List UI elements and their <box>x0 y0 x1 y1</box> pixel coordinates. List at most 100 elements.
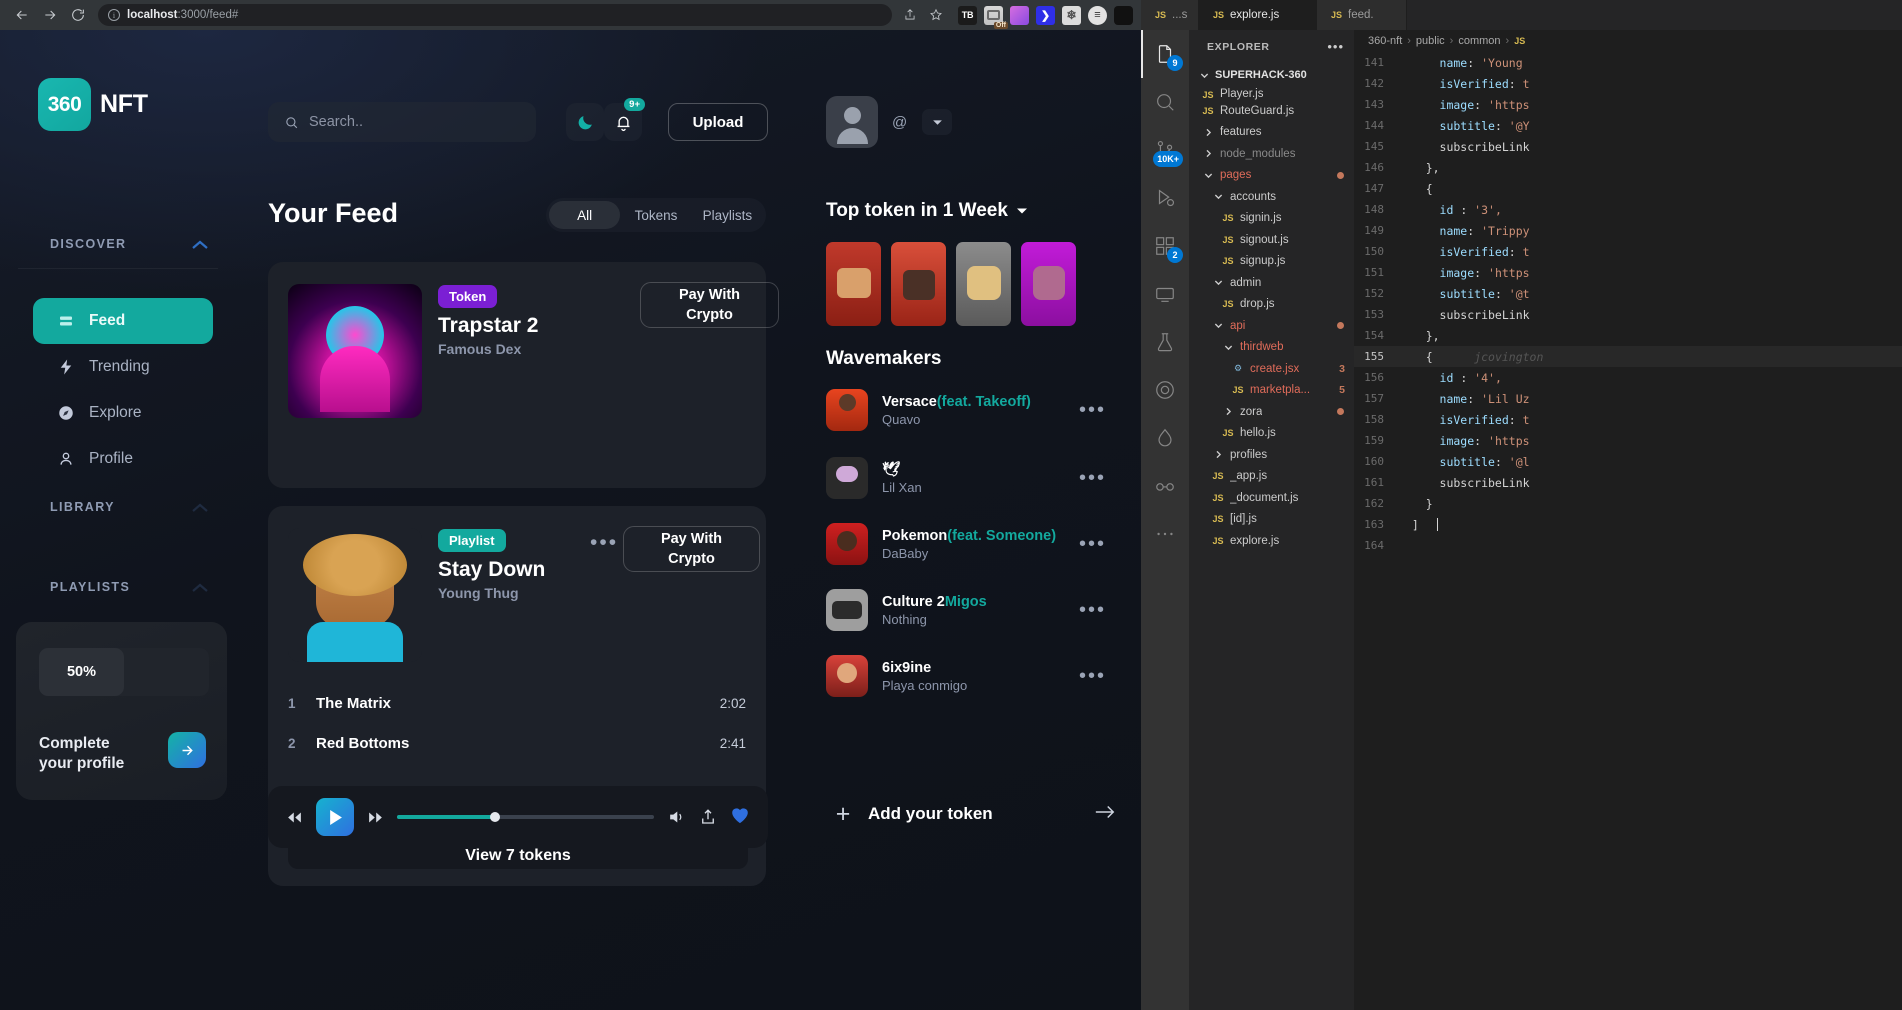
zerion-extension-icon[interactable]: ❯ <box>1036 5 1055 25</box>
activity-search[interactable] <box>1141 78 1189 126</box>
tree-item[interactable]: JS Player.js <box>1189 86 1354 100</box>
seek-handle[interactable] <box>489 812 500 822</box>
code-line[interactable]: 143 image: 'https <box>1354 94 1902 115</box>
code-line[interactable]: 144 subtitle: '@Y <box>1354 115 1902 136</box>
wavemaker-row[interactable]: Versace(feat. Takeoff) Quavo ••• <box>826 385 1106 435</box>
tab-playlists[interactable]: Playlists <box>692 201 763 229</box>
tb-extension-icon[interactable]: TB <box>958 5 977 25</box>
star-icon[interactable] <box>924 3 948 27</box>
more-dots-icon[interactable]: ••• <box>1079 600 1106 620</box>
code-line[interactable]: 153 subscribeLink <box>1354 304 1902 325</box>
code-line[interactable]: 145 subscribeLink <box>1354 136 1902 157</box>
tree-item[interactable]: JS drop.js <box>1189 294 1354 316</box>
upload-button[interactable]: Upload <box>668 103 768 141</box>
avatar[interactable] <box>826 96 878 148</box>
code-line[interactable]: 157 name: 'Lil Uz <box>1354 388 1902 409</box>
share-icon[interactable] <box>699 808 717 826</box>
tree-item[interactable]: JS RouteGuard.js <box>1189 100 1354 122</box>
tree-item[interactable]: admin <box>1189 272 1354 294</box>
breadcrumb-item[interactable]: common <box>1458 35 1500 47</box>
code-line[interactable]: 161 subscribeLink <box>1354 472 1902 493</box>
volume-icon[interactable] <box>667 809 686 825</box>
activity-testing[interactable] <box>1141 318 1189 366</box>
chevron-up-icon[interactable] <box>190 581 210 593</box>
section-playlists[interactable]: PLAYLISTS <box>50 580 210 594</box>
chevron-up-icon[interactable] <box>190 238 210 250</box>
code-line[interactable]: 146 }, <box>1354 157 1902 178</box>
code-line[interactable]: 147 { <box>1354 178 1902 199</box>
tree-item[interactable]: JS marketpla... 5 <box>1189 380 1354 402</box>
tree-item[interactable]: pages <box>1189 165 1354 187</box>
editor-tab-feed[interactable]: JS feed. <box>1317 0 1407 30</box>
tree-item[interactable]: features <box>1189 122 1354 144</box>
notifications-button[interactable]: 9+ <box>604 98 645 141</box>
tree-item[interactable]: JS signout.js <box>1189 229 1354 251</box>
code-line[interactable]: 160 subtitle: '@l <box>1354 451 1902 472</box>
forward-arrow-icon[interactable] <box>36 1 64 29</box>
breadcrumb-item[interactable]: public <box>1416 35 1445 47</box>
tree-item[interactable]: JS signin.js <box>1189 208 1354 230</box>
wavemaker-row[interactable]: Pokemon(feat. Someone) DaBaby ••• <box>826 519 1106 569</box>
code-line[interactable]: 155 { jcovington <box>1354 346 1902 367</box>
seek-slider[interactable] <box>397 812 654 822</box>
token-thumbnail[interactable] <box>1021 242 1076 326</box>
metamask-extension-icon[interactable] <box>1010 5 1029 25</box>
token-thumbnail[interactable] <box>826 242 881 326</box>
add-token-row[interactable]: + Add your token <box>826 790 1116 838</box>
complete-profile-card[interactable]: 50% Complete your profile <box>16 622 227 800</box>
activity-run-debug[interactable] <box>1141 174 1189 222</box>
track-row[interactable]: 1 The Matrix 2:02 <box>288 686 746 720</box>
sidebar-item-explore[interactable]: Explore <box>33 390 213 436</box>
activity-remote[interactable] <box>1141 270 1189 318</box>
tree-item[interactable]: thirdweb <box>1189 337 1354 359</box>
dark-hex-extension-icon[interactable] <box>1114 5 1133 25</box>
tab-all[interactable]: All <box>549 201 621 229</box>
account-menu-button[interactable] <box>922 109 952 135</box>
wavemaker-row[interactable]: 6ix9ine Playa conmigo ••• <box>826 651 1106 701</box>
back-arrow-icon[interactable] <box>8 1 36 29</box>
arrow-right-icon[interactable] <box>1094 804 1116 825</box>
tree-item[interactable]: JS signup.js <box>1189 251 1354 273</box>
app-logo[interactable]: 360 NFT <box>38 78 148 131</box>
arrow-right-icon[interactable] <box>168 732 206 768</box>
theme-toggle-button[interactable] <box>566 103 604 141</box>
more-dots-icon[interactable]: ••• <box>1327 40 1344 53</box>
tree-item[interactable]: JS _app.js <box>1189 466 1354 488</box>
sidebar-item-feed[interactable]: Feed <box>33 298 213 344</box>
snowflake-extension-icon[interactable]: ❄ <box>1062 5 1081 25</box>
chevron-up-icon[interactable] <box>190 501 210 513</box>
more-dots-icon[interactable]: ••• <box>1079 534 1106 554</box>
token-thumbnail[interactable] <box>891 242 946 326</box>
breadcrumb-item[interactable]: 360-nft <box>1368 35 1402 47</box>
code-line[interactable]: 164 <box>1354 535 1902 556</box>
code-editor[interactable]: 141 name: 'Young 142 isVerified: t 143 ima… <box>1354 52 1902 632</box>
more-dots-icon[interactable]: ••• <box>1079 666 1106 686</box>
tree-item[interactable]: accounts <box>1189 186 1354 208</box>
chevron-down-icon[interactable] <box>1016 207 1028 215</box>
code-line[interactable]: 156 id : '4', <box>1354 367 1902 388</box>
sidebar-item-trending[interactable]: Trending <box>33 344 213 390</box>
more-dots-icon[interactable]: ••• <box>590 532 618 553</box>
code-line[interactable]: 158 isVerified: t <box>1354 409 1902 430</box>
track-row[interactable]: 2 Red Bottoms 2:41 <box>288 726 746 760</box>
code-line[interactable]: 149 name: 'Trippy <box>1354 220 1902 241</box>
tree-item[interactable]: JS hello.js <box>1189 423 1354 445</box>
wavemaker-row[interactable]: Culture 2Migos Nothing ••• <box>826 585 1106 635</box>
tree-item[interactable]: ⚙ create.jsx 3 <box>1189 358 1354 380</box>
tree-item[interactable]: JS [id].js <box>1189 509 1354 531</box>
activity-water-drop[interactable] <box>1141 414 1189 462</box>
more-dots-icon[interactable]: ••• <box>1079 468 1106 488</box>
section-library[interactable]: LIBRARY <box>50 500 210 514</box>
play-button[interactable] <box>316 798 354 836</box>
code-line[interactable]: 141 name: 'Young <box>1354 52 1902 73</box>
activity-error-lens[interactable] <box>1141 366 1189 414</box>
editor-tab-explore[interactable]: JS explore.js <box>1199 0 1317 30</box>
rewind-icon[interactable] <box>286 811 303 824</box>
editor-tab[interactable]: JS ...s <box>1141 0 1199 30</box>
explorer-root[interactable]: SUPERHACK-360 <box>1189 64 1354 86</box>
code-line[interactable]: 151 image: 'https <box>1354 262 1902 283</box>
address-bar[interactable]: i localhost:3000/feed# <box>98 4 892 26</box>
code-line[interactable]: 159 image: 'https <box>1354 430 1902 451</box>
code-line[interactable]: 142 isVerified: t <box>1354 73 1902 94</box>
menu-extension-icon[interactable]: ≡ <box>1088 5 1107 25</box>
